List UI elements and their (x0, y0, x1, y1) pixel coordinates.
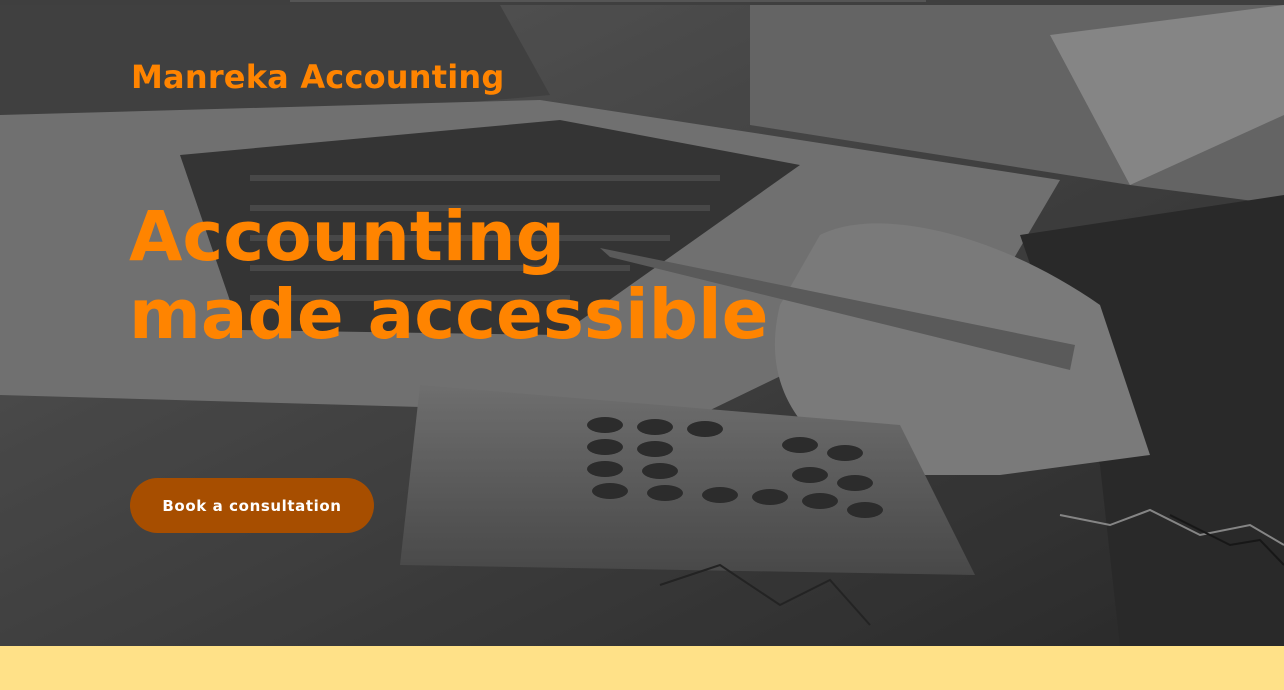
hero-section: Manreka Accounting Accounting made acces… (0, 5, 1284, 646)
book-consultation-button[interactable]: Book a consultation (130, 478, 374, 533)
hero-headline-line-1: Accounting (129, 197, 566, 277)
top-bar-highlight (290, 0, 926, 2)
hero-headline: Accounting made accessible (129, 198, 768, 354)
hero-headline-line-2: made accessible (129, 275, 769, 355)
brand-logo-text[interactable]: Manreka Accounting (131, 58, 505, 96)
next-section-band (0, 646, 1284, 690)
